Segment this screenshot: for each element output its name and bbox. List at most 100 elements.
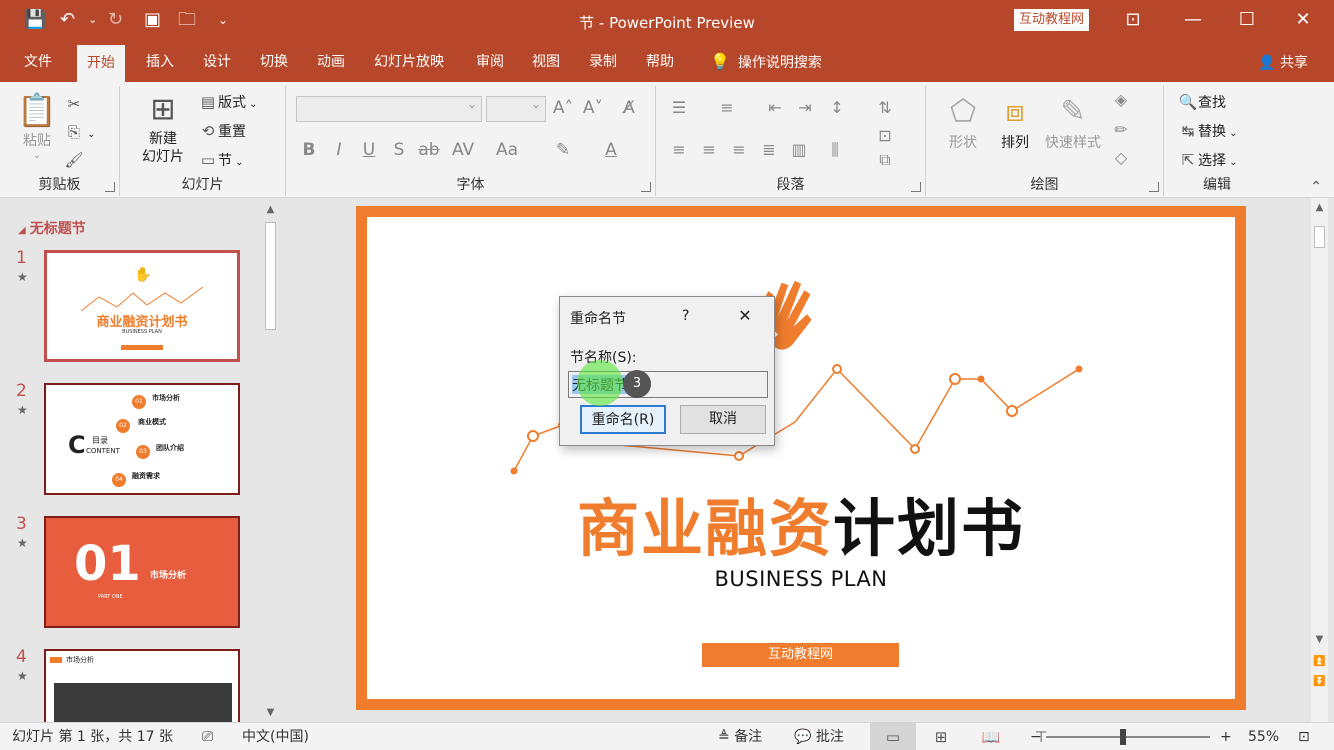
clear-format-icon[interactable]: A̸: [618, 98, 640, 118]
spellcheck-icon[interactable]: ⎚: [202, 727, 213, 747]
thumbnail-scrollbar[interactable]: ▲ ▼: [262, 202, 279, 720]
undo-dropdown-icon[interactable]: ⌄: [88, 8, 97, 32]
italic-icon[interactable]: I: [328, 140, 350, 160]
slide-title[interactable]: 商业融资计划书: [367, 489, 1235, 569]
prev-slide-icon[interactable]: ⏫: [1311, 656, 1328, 667]
next-slide-icon[interactable]: ⏬: [1311, 676, 1328, 687]
present-icon[interactable]: ▣: [144, 8, 161, 32]
customize-toolbar-icon[interactable]: ⌄: [218, 8, 228, 32]
shape-outline-icon[interactable]: ✏: [1110, 120, 1132, 139]
ribbon-display-icon[interactable]: ⊡: [1110, 6, 1156, 34]
fit-to-window-icon[interactable]: ⊡: [1298, 727, 1310, 747]
slide-scroll-down-icon[interactable]: ▼: [1311, 634, 1328, 645]
underline-icon[interactable]: U: [358, 140, 380, 160]
increase-font-icon[interactable]: A˄: [552, 98, 574, 118]
tab-slideshow[interactable]: 幻灯片放映: [364, 42, 454, 82]
slide-scroll-thumb[interactable]: [1314, 226, 1325, 248]
align-right-icon[interactable]: ≡: [728, 140, 750, 159]
zoom-slider[interactable]: [1046, 736, 1210, 738]
section-collapse-icon[interactable]: ◢: [18, 225, 26, 236]
distributed-icon[interactable]: ▥: [788, 140, 810, 159]
thumbnail-slide-4[interactable]: 市场分析: [44, 649, 240, 722]
minimize-icon[interactable]: —: [1170, 6, 1216, 34]
tab-home[interactable]: 开始: [77, 45, 125, 82]
line-spacing-icon[interactable]: ↕: [826, 98, 848, 117]
tab-review[interactable]: 审阅: [466, 42, 514, 82]
maximize-icon[interactable]: ☐: [1224, 6, 1270, 34]
quick-styles-button[interactable]: ✎ 快速样式: [1040, 92, 1106, 152]
copy-button[interactable]: ⎘ ⌄: [64, 120, 96, 144]
columns-icon[interactable]: ⫼: [824, 140, 846, 160]
tab-insert[interactable]: 插入: [136, 42, 184, 82]
zoom-out-icon[interactable]: −: [1030, 727, 1042, 747]
zoom-slider-knob[interactable]: [1120, 729, 1126, 745]
font-launcher-icon[interactable]: [641, 182, 651, 192]
share-button[interactable]: 👤 共享: [1258, 42, 1308, 84]
thumbnail-slide-3[interactable]: 01 PART ONE 市场分析: [44, 516, 240, 628]
cancel-button[interactable]: 取消: [680, 405, 766, 434]
highlight-icon[interactable]: ✎: [552, 140, 574, 160]
thumbnail-slide-2[interactable]: C 目录 CONTENT 01 市场分析 02 商业模式 03 团队介绍 04 …: [44, 383, 240, 495]
align-left-icon[interactable]: ≡: [668, 140, 690, 159]
smartart-icon[interactable]: ⧉: [874, 150, 896, 170]
tab-view[interactable]: 视图: [522, 42, 570, 82]
normal-view-icon[interactable]: ▭: [870, 723, 916, 750]
language-status[interactable]: 中文(中国): [242, 727, 309, 747]
font-name-combo[interactable]: [296, 96, 482, 122]
paste-button[interactable]: 📋 粘贴 ⌄: [14, 90, 60, 161]
font-size-combo[interactable]: [486, 96, 546, 122]
replace-button[interactable]: ↹ 替换 ⌄: [1178, 119, 1238, 143]
current-slide[interactable]: 商业融资计划书 BUSINESS PLAN 互动教程网: [356, 206, 1246, 710]
open-folder-icon[interactable]: 🗀: [178, 8, 196, 32]
change-case-icon[interactable]: Aa: [496, 140, 518, 160]
tab-file[interactable]: 文件: [14, 42, 62, 82]
close-icon[interactable]: ✕: [1280, 6, 1326, 34]
slide-sorter-icon[interactable]: ⊞: [918, 723, 964, 750]
bullets-icon[interactable]: ☰: [668, 98, 690, 117]
arrange-button[interactable]: ⧈ 排列: [990, 92, 1040, 152]
align-text-icon[interactable]: ⊡: [874, 126, 896, 145]
drawing-launcher-icon[interactable]: [1149, 182, 1159, 192]
numbering-icon[interactable]: ≡: [716, 98, 738, 117]
collapse-ribbon-icon[interactable]: ⌃: [1310, 179, 1322, 195]
notes-button[interactable]: ≜ 备注: [718, 727, 762, 747]
dialog-close-icon[interactable]: ✕: [732, 303, 758, 329]
format-painter-button[interactable]: 🖌: [64, 148, 84, 172]
thumbnail-slide-1[interactable]: ✋ 商业融资计划书 BUSINESS PLAN: [44, 250, 240, 362]
paragraph-launcher-icon[interactable]: [911, 182, 921, 192]
tab-animations[interactable]: 动画: [307, 42, 355, 82]
scroll-up-icon[interactable]: ▲: [262, 204, 279, 215]
cut-button[interactable]: ✂: [64, 92, 84, 116]
tab-transitions[interactable]: 切换: [250, 42, 298, 82]
select-button[interactable]: ⇱ 选择 ⌄: [1178, 148, 1238, 172]
bold-icon[interactable]: B: [298, 140, 320, 160]
text-direction-icon[interactable]: ⇅: [874, 98, 896, 117]
scroll-down-icon[interactable]: ▼: [262, 707, 279, 718]
font-color-icon[interactable]: A: [600, 140, 622, 160]
slide-subtitle[interactable]: BUSINESS PLAN: [367, 567, 1235, 591]
save-icon[interactable]: 💾: [24, 8, 46, 32]
char-spacing-icon[interactable]: AV: [452, 140, 474, 160]
reset-button[interactable]: ⟲ 重置: [198, 119, 246, 143]
slide-brand-button[interactable]: 互动教程网: [702, 643, 899, 667]
new-slide-button[interactable]: ⊞ 新建 幻灯片: [128, 90, 198, 166]
find-button[interactable]: 🔍查找: [1178, 90, 1226, 114]
tab-record[interactable]: 录制: [579, 42, 627, 82]
reading-view-icon[interactable]: 📖: [968, 723, 1014, 750]
rename-button[interactable]: 重命名(R): [580, 405, 666, 434]
slide-scrollbar[interactable]: ▲ ▼ ⏫ ⏬: [1311, 198, 1328, 722]
shape-effects-icon[interactable]: ◇: [1110, 148, 1132, 167]
justify-icon[interactable]: ≣: [758, 140, 780, 159]
tell-me-search[interactable]: 💡 操作说明搜索: [700, 42, 832, 82]
section-button[interactable]: ▭ 节 ⌄: [198, 148, 244, 172]
increase-indent-icon[interactable]: ⇥: [794, 98, 816, 117]
comments-button[interactable]: 💬 批注: [794, 727, 844, 747]
undo-icon[interactable]: ↶: [60, 8, 75, 32]
decrease-indent-icon[interactable]: ⇤: [764, 98, 786, 117]
decrease-font-icon[interactable]: A˅: [582, 98, 604, 118]
thumbnail-scroll-thumb[interactable]: [265, 222, 276, 330]
align-center-icon[interactable]: ≡: [698, 140, 720, 159]
slide-scroll-up-icon[interactable]: ▲: [1311, 202, 1328, 213]
redo-icon[interactable]: ↻: [108, 8, 123, 32]
shapes-button[interactable]: ⬠ 形状: [938, 92, 988, 152]
